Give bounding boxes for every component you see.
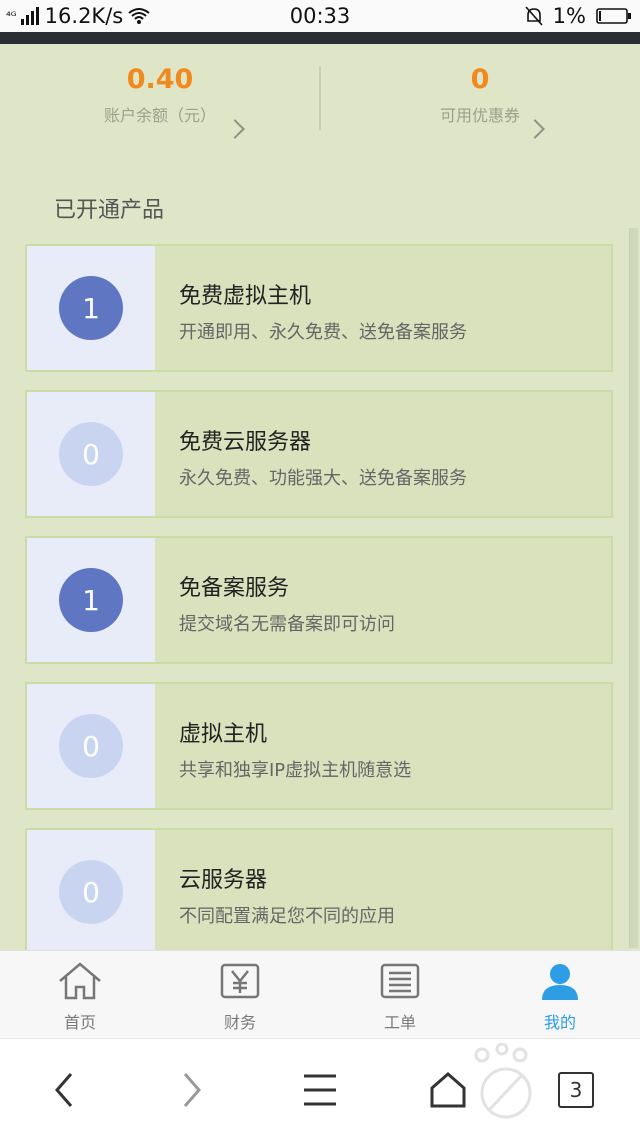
- card-icon-pane: 0: [27, 830, 155, 950]
- chevron-right-icon: [183, 1073, 201, 1107]
- product-title: 虚拟主机: [179, 722, 268, 747]
- top-divider-strip: [0, 32, 640, 44]
- paw-watermark-icon: [474, 1043, 532, 1119]
- ticket-icon: [380, 963, 420, 999]
- tab-label: 首页: [63, 1013, 96, 1032]
- count-badge: 0: [59, 860, 123, 924]
- product-desc: 不同配置满足您不同的应用: [179, 906, 395, 927]
- card-icon-pane: 1: [27, 246, 155, 370]
- product-card[interactable]: 0 免费云服务器 永久免费、功能强大、送免备案服务: [25, 390, 613, 518]
- tab-finance[interactable]: 财务: [160, 961, 320, 1033]
- yen-icon: [220, 963, 260, 999]
- home-icon: [59, 962, 101, 1000]
- back-button[interactable]: [34, 1065, 94, 1115]
- product-title: 免备案服务: [179, 576, 290, 601]
- product-title: 免费云服务器: [179, 430, 312, 455]
- balance-label: 账户余额（元）: [103, 106, 216, 125]
- coupons-value: 0: [470, 64, 490, 95]
- battery-percent: 1%: [552, 4, 586, 28]
- count-badge: 1: [59, 276, 123, 340]
- product-desc: 开通即用、永久免费、送免备案服务: [179, 322, 467, 343]
- tab-label: 财务: [223, 1013, 256, 1032]
- product-card[interactable]: 1 免备案服务 提交域名无需备案即可访问: [25, 536, 613, 664]
- account-summary: 0.40 账户余额（元） 0 可用优惠券: [0, 44, 640, 144]
- tab-count: 3: [558, 1072, 594, 1108]
- coupons-label: 可用优惠券: [439, 106, 520, 125]
- tab-mine[interactable]: 我的: [480, 961, 640, 1033]
- product-title: 云服务器: [179, 868, 268, 893]
- battery-icon: [596, 8, 631, 24]
- tab-tickets[interactable]: 工单: [320, 961, 480, 1033]
- card-icon-pane: 0: [27, 392, 155, 516]
- product-desc: 永久免费、功能强大、送免备案服务: [179, 468, 467, 489]
- count-badge: 1: [59, 568, 123, 632]
- tabs-button[interactable]: 3: [546, 1065, 606, 1115]
- product-title: 免费虚拟主机: [179, 284, 312, 309]
- bottom-tab-bar: 首页 财务 工单 我的: [0, 950, 640, 1039]
- card-icon-pane: 1: [27, 538, 155, 662]
- chevron-left-icon: [55, 1073, 73, 1107]
- product-desc: 提交域名无需备案即可访问: [179, 614, 395, 635]
- browser-nav-bar: 3: [0, 1038, 640, 1139]
- scrollbar[interactable]: [629, 228, 638, 948]
- section-title: 已开通产品: [54, 198, 165, 223]
- menu-icon: [304, 1074, 336, 1106]
- product-card[interactable]: 1 免费虚拟主机 开通即用、永久免费、送免备案服务: [25, 244, 613, 372]
- card-icon-pane: 0: [27, 684, 155, 808]
- forward-button[interactable]: [162, 1065, 222, 1115]
- home-icon: [430, 1072, 466, 1108]
- product-desc: 共享和独享IP虚拟主机随意选: [179, 760, 412, 781]
- status-bar: ⁴ᴳ 16.2K/s 00:33 1%: [0, 0, 640, 32]
- status-right: 1%: [525, 4, 632, 28]
- coupons-block[interactable]: 0 可用优惠券: [320, 62, 640, 139]
- account-page: 0.40 账户余额（元） 0 可用优惠券 已开通产品 1 免费虚拟主机 开通即用…: [0, 44, 640, 950]
- user-icon: [542, 964, 578, 1000]
- mute-bell-icon: [525, 6, 543, 26]
- count-badge: 0: [59, 422, 123, 486]
- tab-label: 我的: [543, 1013, 576, 1032]
- balance-value: 0.40: [126, 64, 194, 95]
- tab-label: 工单: [383, 1013, 416, 1032]
- menu-button[interactable]: [290, 1065, 350, 1115]
- balance-block[interactable]: 0.40 账户余额（元）: [0, 62, 320, 139]
- product-card[interactable]: 0 虚拟主机 共享和独享IP虚拟主机随意选: [25, 682, 613, 810]
- product-card[interactable]: 0 云服务器 不同配置满足您不同的应用: [25, 828, 613, 950]
- tab-home[interactable]: 首页: [0, 961, 160, 1033]
- count-badge: 0: [59, 714, 123, 778]
